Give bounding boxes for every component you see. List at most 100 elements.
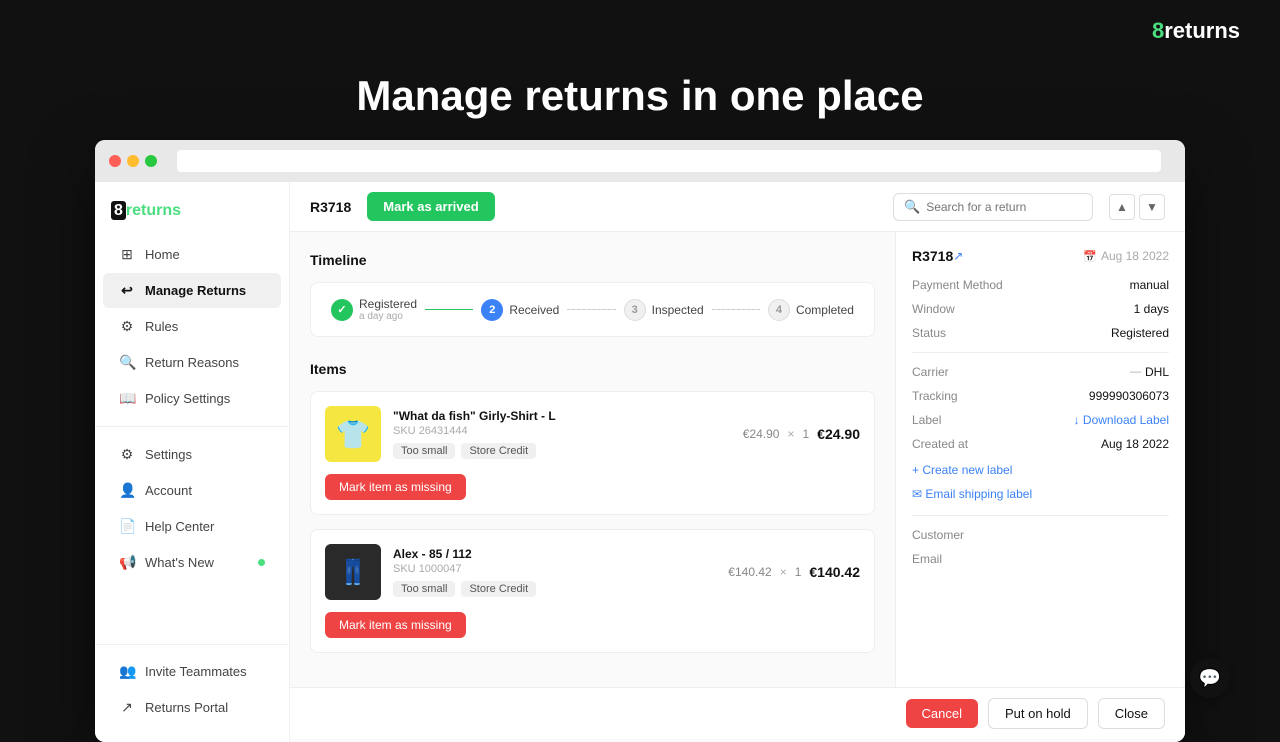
carrier-value: — DHL bbox=[1130, 365, 1169, 379]
brand-logo-top: 8returns bbox=[1152, 18, 1240, 44]
home-icon: ⊞ bbox=[119, 246, 135, 263]
panel-row-status: Status Registered bbox=[912, 326, 1169, 340]
created-at-key: Created at bbox=[912, 437, 968, 451]
sidebar-item-help-center[interactable]: 📄 Help Center bbox=[103, 509, 281, 544]
sidebar-item-invite-teammates[interactable]: 👥 Invite Teammates bbox=[103, 654, 281, 689]
panel-row-payment: Payment Method manual bbox=[912, 278, 1169, 292]
close-button[interactable]: Close bbox=[1098, 698, 1165, 729]
sidebar-item-label: Manage Returns bbox=[145, 283, 246, 298]
sidebar-item-manage-returns[interactable]: ↩ Manage Returns bbox=[103, 273, 281, 308]
sidebar-item-home[interactable]: ⊞ Home bbox=[103, 237, 281, 272]
carrier-dash: — bbox=[1130, 366, 1141, 378]
invite-icon: 👥 bbox=[119, 663, 135, 680]
step-circle-inspected: 3 bbox=[624, 299, 646, 321]
item-tags-2: Too small Store Credit bbox=[393, 581, 716, 597]
hero-title: Manage returns in one place bbox=[0, 62, 1280, 140]
item-image-1: 👕 bbox=[336, 418, 371, 451]
search-bar[interactable]: 🔍 bbox=[893, 193, 1093, 221]
whats-new-icon: 📢 bbox=[119, 554, 135, 571]
item-qty-1: 1 bbox=[802, 427, 809, 441]
app-layout: 8returns ⊞ Home ↩ Manage Returns ⚙ Rules… bbox=[95, 182, 1185, 742]
step-label-inspected: Inspected bbox=[652, 303, 704, 317]
item-tags-1: Too small Store Credit bbox=[393, 443, 731, 459]
step-line-3 bbox=[712, 309, 760, 310]
item-tag-too-small-1: Too small bbox=[393, 443, 455, 459]
item-tag-too-small-2: Too small bbox=[393, 581, 455, 597]
item-row-2: 👖 Alex - 85 / 112 SKU 1000047 Too small … bbox=[325, 544, 860, 600]
step-registered: ✓ Registered a day ago bbox=[331, 297, 417, 322]
sidebar-footer: 👥 Invite Teammates ↗ Returns Portal bbox=[95, 644, 289, 726]
item-card-1: 👕 "What da fish" Girly-Shirt - L SKU 264… bbox=[310, 391, 875, 515]
create-new-label-link[interactable]: + Create new label bbox=[912, 463, 1012, 477]
sidebar-item-policy-settings[interactable]: 📖 Policy Settings bbox=[103, 381, 281, 416]
sidebar: 8returns ⊞ Home ↩ Manage Returns ⚙ Rules… bbox=[95, 182, 290, 742]
calendar-icon: 📅 bbox=[1083, 250, 1097, 263]
sidebar-item-label: Settings bbox=[145, 447, 192, 462]
timeline: ✓ Registered a day ago 2 Received bbox=[310, 282, 875, 337]
sidebar-item-account[interactable]: 👤 Account bbox=[103, 473, 281, 508]
sidebar-item-label: Invite Teammates bbox=[145, 664, 247, 679]
item-tag-store-credit-2: Store Credit bbox=[461, 581, 536, 597]
item-row-1: 👕 "What da fish" Girly-Shirt - L SKU 264… bbox=[325, 406, 860, 462]
panel-return-id: R3718 bbox=[912, 248, 953, 264]
created-at-value: Aug 18 2022 bbox=[1101, 437, 1169, 451]
sidebar-item-whats-new[interactable]: 📢 What's New bbox=[103, 545, 281, 580]
mark-missing-button-1[interactable]: Mark item as missing bbox=[325, 474, 466, 500]
panel-row-window: Window 1 days bbox=[912, 302, 1169, 316]
item-sku-2: SKU 1000047 bbox=[393, 563, 716, 575]
manage-returns-icon: ↩ bbox=[119, 282, 135, 299]
step-label-received: Received bbox=[509, 303, 559, 317]
window-value: 1 days bbox=[1134, 302, 1169, 316]
panel-external-link[interactable]: ↗ bbox=[953, 249, 963, 263]
minimize-dot[interactable] bbox=[127, 155, 139, 167]
help-center-icon: 📄 bbox=[119, 518, 135, 535]
panel-row-email: Email bbox=[912, 552, 1169, 566]
search-input[interactable] bbox=[926, 200, 1082, 214]
rules-icon: ⚙ bbox=[119, 318, 135, 335]
email-shipping-label-link[interactable]: ✉ Email shipping label bbox=[912, 487, 1032, 501]
item-total-1: €24.90 bbox=[817, 426, 860, 442]
item-sku-1: SKU 26431444 bbox=[393, 425, 731, 437]
sidebar-item-rules[interactable]: ⚙ Rules bbox=[103, 309, 281, 344]
panel-row-label: Label ↓ Download Label bbox=[912, 413, 1169, 427]
mark-missing-button-2[interactable]: Mark item as missing bbox=[325, 612, 466, 638]
nav-prev-button[interactable]: ▲ bbox=[1109, 194, 1135, 220]
panel-row-carrier: Carrier — DHL bbox=[912, 365, 1169, 379]
url-bar[interactable] bbox=[177, 150, 1161, 172]
mark-as-arrived-button[interactable]: Mark as arrived bbox=[367, 192, 494, 221]
nav-next-button[interactable]: ▼ bbox=[1139, 194, 1165, 220]
item-info-2: Alex - 85 / 112 SKU 1000047 Too small St… bbox=[393, 547, 716, 597]
content-left: Timeline ✓ Registered a day ago 2 bbox=[290, 232, 895, 687]
status-key: Status bbox=[912, 326, 946, 340]
action-bar: Cancel Put on hold Close bbox=[290, 687, 1185, 739]
item-image-2: 👖 bbox=[338, 558, 368, 587]
item-price-row-1: €24.90 × 1 €24.90 bbox=[743, 426, 860, 442]
portal-icon: ↗ bbox=[119, 699, 135, 716]
whats-new-badge bbox=[258, 559, 265, 566]
sidebar-item-label: Policy Settings bbox=[145, 391, 230, 406]
download-label-link[interactable]: ↓ Download Label bbox=[1074, 413, 1169, 427]
sidebar-item-settings[interactable]: ⚙ Settings bbox=[103, 437, 281, 472]
panel-header: R3718 ↗ 📅 Aug 18 2022 bbox=[912, 248, 1169, 264]
sidebar-item-return-reasons[interactable]: 🔍 Return Reasons bbox=[103, 345, 281, 380]
step-received: 2 Received bbox=[481, 299, 559, 321]
return-reasons-icon: 🔍 bbox=[119, 354, 135, 371]
close-dot[interactable] bbox=[109, 155, 121, 167]
put-on-hold-button[interactable]: Put on hold bbox=[988, 698, 1088, 729]
panel-row-created: Created at Aug 18 2022 bbox=[912, 437, 1169, 451]
item-total-2: €140.42 bbox=[809, 564, 860, 580]
cancel-button[interactable]: Cancel bbox=[906, 699, 978, 728]
main-content: R3718 Mark as arrived 🔍 ▲ ▼ Timeline bbox=[290, 182, 1185, 742]
return-id-header: R3718 bbox=[310, 199, 351, 215]
step-circle-received: 2 bbox=[481, 299, 503, 321]
status-value: Registered bbox=[1111, 326, 1169, 340]
divider-2 bbox=[912, 515, 1169, 516]
chat-fab-button[interactable]: 💬 bbox=[1190, 658, 1230, 698]
maximize-dot[interactable] bbox=[145, 155, 157, 167]
panel-date: Aug 18 2022 bbox=[1101, 249, 1169, 263]
search-icon: 🔍 bbox=[904, 199, 920, 215]
payment-method-key: Payment Method bbox=[912, 278, 1003, 292]
customer-label: Customer bbox=[912, 528, 964, 542]
step-circle-registered: ✓ bbox=[331, 299, 353, 321]
sidebar-item-label: Return Reasons bbox=[145, 355, 239, 370]
